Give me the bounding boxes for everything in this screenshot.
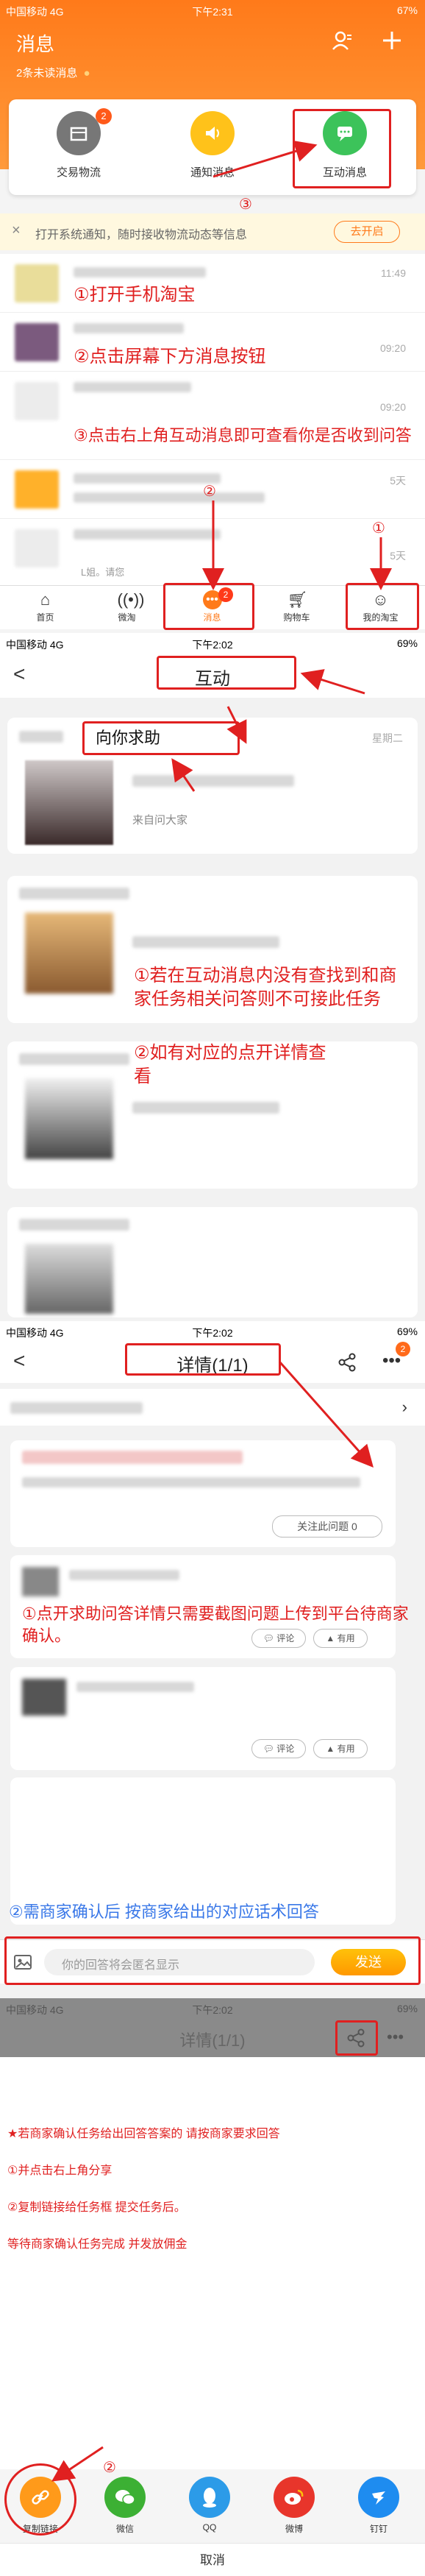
screen-messages: 中国移动 4G 下午2:31 67% 消息 2条未读消息 ● 2 交易物流 通知…	[0, 0, 425, 633]
annotation-arrows	[202, 140, 392, 590]
screen-detail: 中国移动 4G 下午2:02 69% < 详情(1/1) ••• 2 › 关注此…	[0, 1321, 425, 1998]
annotation-arrows	[51, 2446, 104, 2482]
annotation-arrows	[278, 1361, 374, 1468]
screen-interaction: 中国移动 4G 下午2:02 69% < 互动 向你求助 星期二 来自问大家 ①…	[0, 633, 425, 1321]
annotation-arrows	[171, 669, 365, 792]
screen-share: 中国移动 4G 下午2:02 69% 详情(1/1) ••• ★若商家确认任务给…	[0, 1998, 425, 2576]
